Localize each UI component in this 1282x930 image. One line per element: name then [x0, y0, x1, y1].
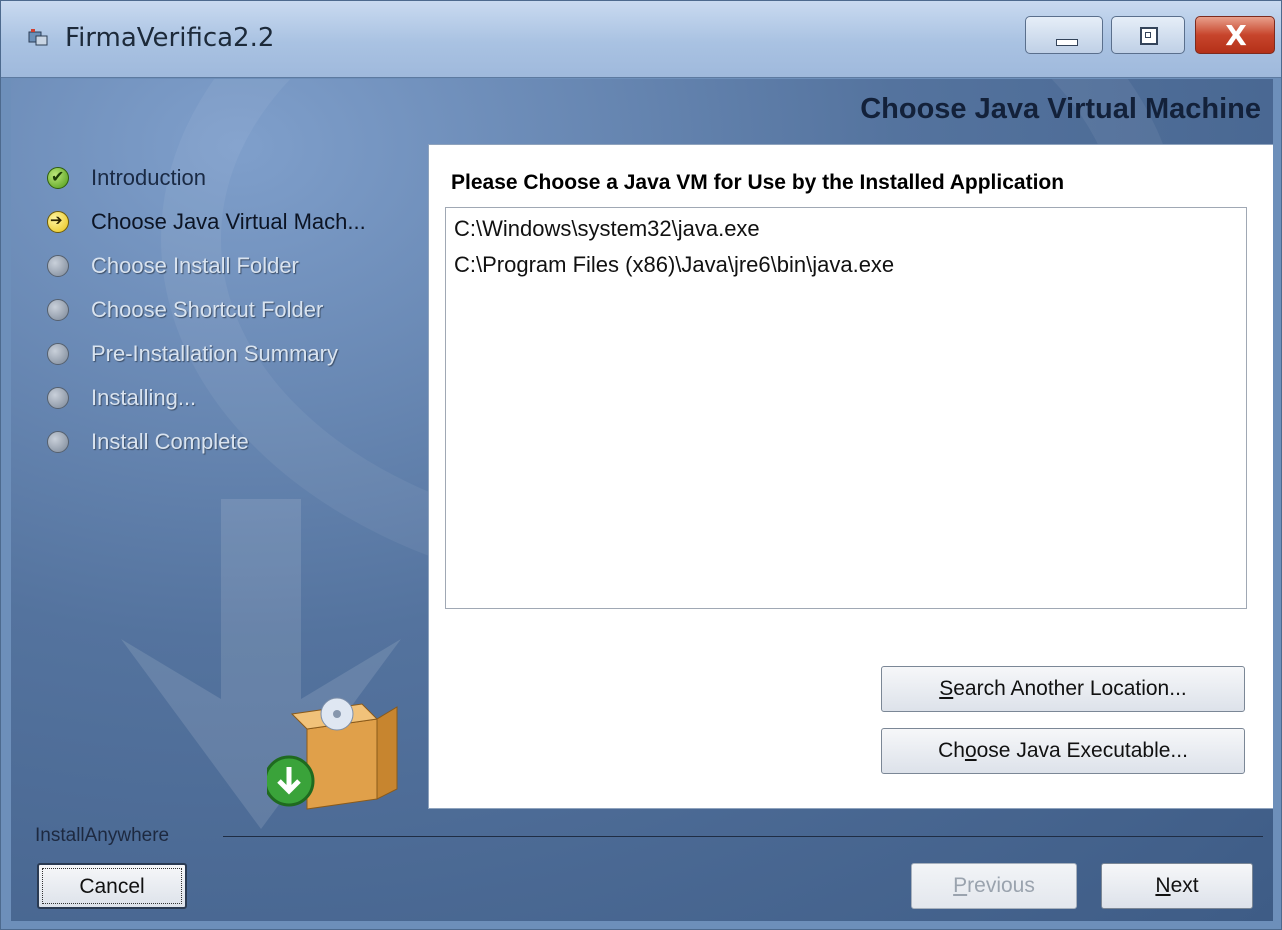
- close-button[interactable]: X: [1195, 16, 1275, 54]
- app-icon: [28, 29, 48, 46]
- choose-java-executable-button[interactable]: Choose Java Executable...: [881, 728, 1245, 774]
- panel-heading: Please Choose a Java VM for Use by the I…: [451, 171, 1065, 194]
- cancel-button[interactable]: Cancel: [37, 863, 187, 909]
- previous-button[interactable]: Previous: [911, 863, 1077, 909]
- search-another-location-button[interactable]: Search Another Location...: [881, 666, 1245, 712]
- maximize-button[interactable]: [1111, 16, 1185, 54]
- pending-icon: [47, 343, 69, 365]
- step-label: Introduction: [91, 165, 206, 190]
- package-icon: [267, 697, 398, 810]
- window-title: FirmaVerifica2.2: [65, 23, 275, 53]
- step-label: Installing...: [91, 385, 197, 410]
- list-item[interactable]: C:\Program Files (x86)\Java\jre6\bin\jav…: [454, 252, 894, 278]
- step-label: Pre-Installation Summary: [91, 341, 338, 366]
- pending-icon: [47, 299, 69, 321]
- check-icon: [47, 167, 69, 189]
- arrow-icon: [47, 211, 69, 233]
- close-icon: X: [1225, 19, 1247, 52]
- brand-label: InstallAnywhere: [35, 825, 170, 846]
- installer-window: FirmaVerifica2.2 X Choose Java Virtual M…: [0, 0, 1282, 930]
- step-label: Choose Java Virtual Mach...: [91, 209, 366, 234]
- list-item[interactable]: C:\Windows\system32\java.exe: [454, 216, 760, 242]
- next-button[interactable]: Next: [1101, 863, 1253, 909]
- minimize-button[interactable]: [1025, 16, 1103, 54]
- minimize-icon: [1056, 39, 1078, 46]
- step-label: Choose Install Folder: [91, 253, 299, 278]
- title-bar[interactable]: FirmaVerifica2.2 X: [1, 1, 1281, 78]
- maximize-icon: [1140, 27, 1158, 45]
- content-panel: Please Choose a Java VM for Use by the I…: [428, 144, 1273, 809]
- pending-icon: [47, 255, 69, 277]
- step-label: Choose Shortcut Folder: [91, 297, 324, 322]
- java-vm-list[interactable]: C:\Windows\system32\java.exe C:\Program …: [445, 207, 1247, 609]
- step-label: Install Complete: [91, 429, 249, 454]
- page-title: Choose Java Virtual Machine: [860, 93, 1261, 125]
- pending-icon: [47, 387, 69, 409]
- footer-divider: [223, 836, 1263, 837]
- installer-body: Choose Java Virtual Machine Introduction…: [11, 79, 1273, 921]
- pending-icon: [47, 431, 69, 453]
